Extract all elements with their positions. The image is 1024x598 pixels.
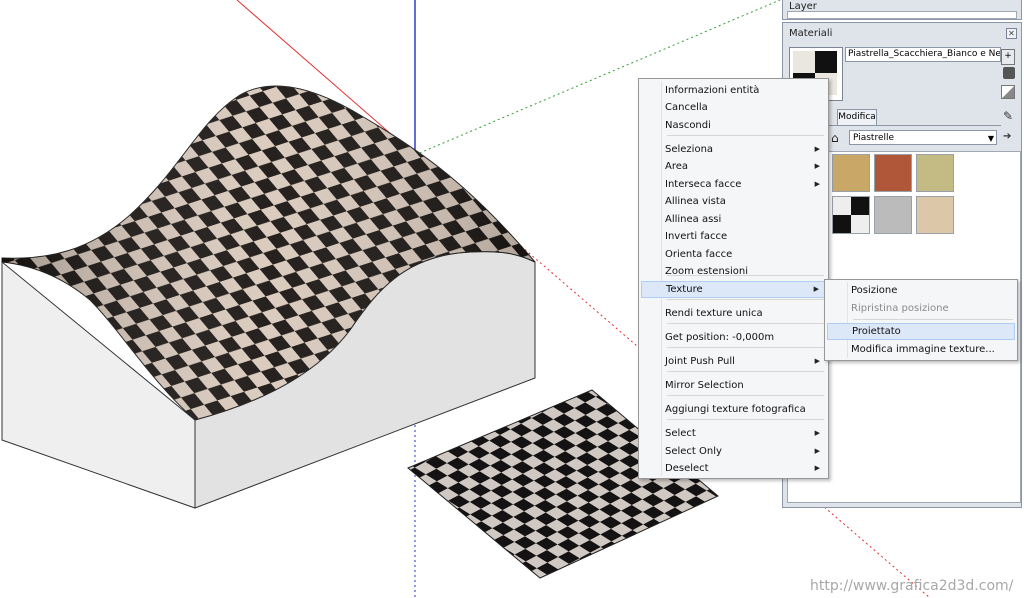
layer-panel-body [787, 11, 1017, 19]
sample-paint-icon[interactable] [1003, 67, 1015, 79]
submenu-item[interactable]: Posizione [827, 282, 1015, 299]
menu-separator [667, 323, 824, 324]
submenu-arrow-icon: ▶ [814, 357, 820, 365]
menu-item-label: Mirror Selection [665, 380, 744, 391]
submenu-arrow-icon: ▶ [814, 180, 820, 188]
menu-item-label: Area [665, 161, 689, 172]
menu-item-label: Seleziona [665, 144, 714, 155]
menu-separator [667, 299, 824, 300]
submenu-item-label: Modifica immagine texture... [851, 344, 995, 355]
chevron-down-icon: ▼ [987, 134, 994, 143]
menu-item-label: Joint Push Pull [665, 356, 735, 367]
menu-item-label: Get position: -0,000m [665, 332, 775, 343]
details-arrow-icon[interactable]: ➔ [1003, 131, 1015, 143]
menu-item-label: Zoom estensioni [665, 266, 749, 277]
menu-item[interactable]: Area ▶ [641, 158, 826, 175]
menu-item[interactable]: Deselect ▶ [641, 460, 826, 477]
create-material-icon[interactable]: + [1001, 49, 1015, 65]
menu-item[interactable]: Allinea vista [641, 193, 826, 210]
close-panel-icon[interactable]: ✕ [1006, 28, 1017, 39]
context-menu: Informazioni entità Cancella Nascondi Selez… [638, 78, 829, 479]
menu-item[interactable]: Inverti facce [641, 228, 826, 245]
menu-item-label: Deselect [665, 463, 709, 474]
menu-item[interactable]: Joint Push Pull ▶ [641, 353, 826, 370]
menu-item[interactable]: Texture ▶ [641, 281, 826, 298]
menu-item-label: Inverti facce [665, 231, 728, 242]
home-icon[interactable]: ⌂ [831, 131, 845, 145]
tile-terracotta-swatch[interactable] [874, 154, 912, 192]
menu-item-label: Texture [666, 284, 703, 295]
materials-panel-title: Materiali [789, 28, 833, 39]
submenu-arrow-icon: ▶ [814, 162, 820, 170]
menu-item[interactable]: Select ▶ [641, 425, 826, 442]
submenu-arrow-icon: ▶ [814, 145, 820, 153]
menu-item-label: Cancella [665, 102, 708, 113]
tile-checker-swatch[interactable] [832, 196, 870, 234]
tile-beige-swatch[interactable] [916, 154, 954, 192]
layer-panel: Layer [782, 0, 1022, 20]
menu-item[interactable]: Interseca facce ▶ [641, 176, 826, 193]
submenu-arrow-icon: ▶ [814, 429, 820, 437]
tile-marble-swatch[interactable] [916, 196, 954, 234]
menu-item[interactable]: Rendi texture unica [641, 305, 826, 322]
library-select[interactable]: Piastrelle ▼ [849, 130, 997, 145]
menu-item[interactable]: Zoom estensioni [641, 263, 826, 280]
submenu-item[interactable]: Proiettato [827, 323, 1015, 340]
menu-separator [667, 419, 824, 420]
menu-separator [667, 347, 824, 348]
submenu-item-label: Ripristina posizione [851, 303, 949, 314]
menu-item-label: Select [665, 428, 696, 439]
submenu-item-label: Proiettato [852, 326, 901, 337]
menu-separator [853, 319, 1013, 320]
menu-item[interactable]: Get position: -0,000m [641, 329, 826, 346]
menu-item[interactable]: Seleziona ▶ [641, 141, 826, 158]
tab-edit[interactable]: Modifica [837, 109, 877, 125]
menu-item-label: Orienta facce [665, 249, 733, 260]
submenu-arrow-icon: ▶ [814, 464, 820, 472]
submenu-item: Ripristina posizione [827, 300, 1015, 317]
menu-item-label: Informazioni entità [665, 85, 760, 96]
menu-item-label: Nascondi [665, 120, 711, 131]
menu-item-label: Allinea assi [665, 214, 722, 225]
menu-item[interactable]: Mirror Selection [641, 377, 826, 394]
menu-separator [667, 371, 824, 372]
eyedropper-icon[interactable]: ✎ [1003, 109, 1015, 123]
menu-item[interactable]: Nascondi [641, 117, 826, 134]
menu-item[interactable]: Informazioni entità [641, 82, 826, 99]
menu-item[interactable]: Allinea assi [641, 211, 826, 228]
tile-sand-swatch[interactable] [832, 154, 870, 192]
menu-item[interactable]: Aggiungi texture fotografica [641, 401, 826, 418]
menu-separator [667, 395, 824, 396]
default-material-icon[interactable] [1001, 85, 1015, 99]
material-name-field[interactable]: Piastrella_Scacchiera_Bianco e Nero [845, 47, 1001, 62]
submenu-arrow-icon: ▶ [814, 447, 820, 455]
menu-item-label: Interseca facce [665, 179, 742, 190]
texture-submenu: Posizione Ripristina posizione Proiettato M… [824, 279, 1018, 361]
submenu-arrow-icon: ▶ [813, 285, 819, 293]
menu-item[interactable]: Cancella [641, 99, 826, 116]
watermark-text: http://www.grafica2d3d.com/ [810, 578, 1014, 594]
tab-edit-label: Modifica [838, 112, 876, 122]
menu-separator [667, 135, 824, 136]
menu-item-label: Allinea vista [665, 196, 726, 207]
menu-item-label: Aggiungi texture fotografica [665, 404, 806, 415]
menu-item[interactable]: Select Only ▶ [641, 443, 826, 460]
tile-grey-swatch[interactable] [874, 196, 912, 234]
menu-item-label: Rendi texture unica [665, 308, 763, 319]
menu-item[interactable]: Orienta facce [641, 246, 826, 263]
library-select-value: Piastrelle [853, 133, 895, 143]
submenu-item-label: Posizione [851, 285, 898, 296]
material-name: Piastrella_Scacchiera_Bianco e Nero [848, 49, 1001, 59]
submenu-item[interactable]: Modifica immagine texture... [827, 341, 1015, 358]
menu-item-label: Select Only [665, 446, 722, 457]
